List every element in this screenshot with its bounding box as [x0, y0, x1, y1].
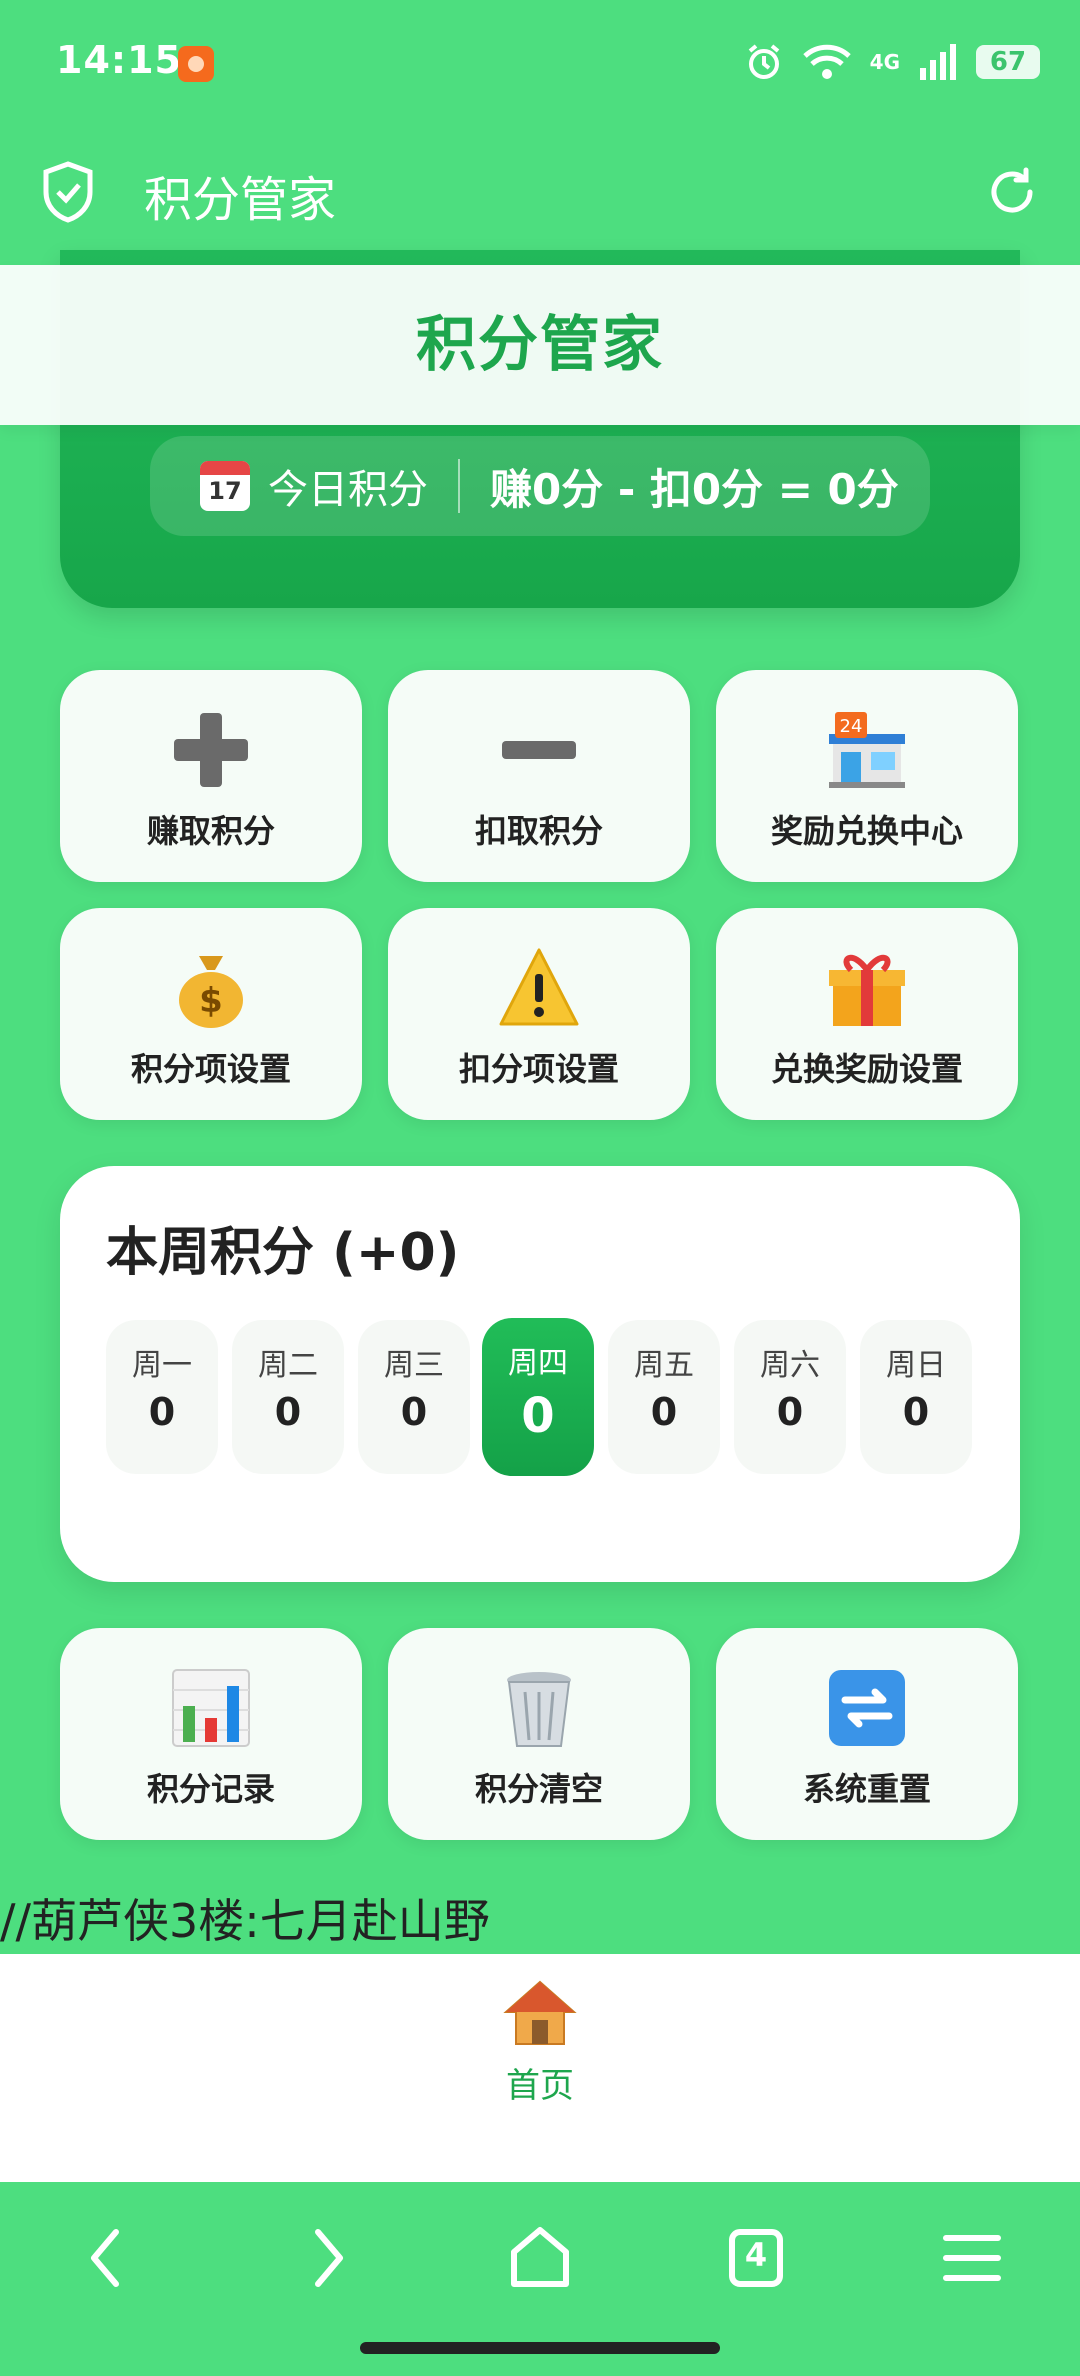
today-value: 赚0分 - 扣0分 = 0分 [490, 464, 899, 514]
footer-credit: //葫芦侠3楼:七月赴山野 [0, 1894, 490, 1948]
notification-app-icon [178, 46, 214, 82]
chart-icon [60, 1666, 362, 1750]
today-label: 今日积分 [268, 467, 428, 513]
day-cell-sat[interactable]: 周六 0 [734, 1320, 846, 1474]
status-bar: 14:15 4G 67 [0, 0, 1080, 130]
points-history-button[interactable]: 积分记录 [60, 1628, 362, 1840]
earn-points-button[interactable]: 赚取积分 [60, 670, 362, 882]
hero-title: 积分管家 [416, 310, 664, 380]
deduct-points-button[interactable]: 扣取积分 [388, 670, 690, 882]
tile-label: 系统重置 [802, 1770, 931, 1808]
day-value: 0 [148, 1390, 176, 1434]
tile-label: 扣取积分 [474, 812, 603, 850]
home-indicator[interactable] [360, 2342, 720, 2354]
trash-icon [388, 1666, 690, 1750]
nav-item-home[interactable]: 首页 [490, 1978, 590, 2107]
alarm-icon [748, 44, 779, 79]
tile-label: 积分清空 [474, 1770, 603, 1808]
clear-points-button[interactable]: 积分清空 [388, 1628, 690, 1840]
day-value: 0 [274, 1390, 302, 1434]
gift-icon [716, 946, 1018, 1030]
day-cell-mon[interactable]: 周一 0 [106, 1320, 218, 1474]
forward-icon[interactable] [286, 2218, 366, 2298]
day-cell-sun[interactable]: 周日 0 [860, 1320, 972, 1474]
day-name: 周二 [258, 1348, 318, 1383]
weekly-points-card: 本周积分 (+0) 周一 0 周二 0 周三 0 周四 0 周五 0 周六 0 … [60, 1166, 1020, 1582]
tile-label: 赚取积分 [146, 812, 275, 850]
day-value: 0 [902, 1390, 930, 1434]
day-value: 0 [776, 1390, 804, 1434]
system-reset-button[interactable]: 系统重置 [716, 1628, 1018, 1840]
day-cell-thu[interactable]: 周四 0 [482, 1318, 594, 1476]
day-name: 周三 [384, 1348, 444, 1383]
divider [458, 459, 460, 513]
wifi-icon [802, 44, 851, 79]
network-type: 4G [869, 50, 900, 74]
menu-icon[interactable] [932, 2218, 1012, 2298]
day-name: 周一 [132, 1348, 192, 1383]
today-points-summary: 今日积分 赚0分 - 扣0分 = 0分 [150, 436, 930, 536]
battery-level: 67 [989, 47, 1027, 77]
refresh-icon[interactable] [984, 164, 1040, 220]
reward-exchange-button[interactable]: 24 奖励兑换中心 [716, 670, 1018, 882]
bottom-nav: 首页 [0, 1954, 1080, 2182]
tile-label: 扣分项设置 [458, 1050, 619, 1088]
nav-home-label: 首页 [506, 2066, 574, 2106]
day-cell-wed[interactable]: 周三 0 [358, 1320, 470, 1474]
battery-indicator: 67 [976, 45, 1040, 79]
back-icon[interactable] [68, 2218, 148, 2298]
system-navigation-bar: 4 [0, 2182, 1080, 2376]
day-name: 周六 [760, 1348, 820, 1383]
status-time: 14:15 [56, 38, 182, 82]
tabs-count: 4 [744, 2236, 768, 2274]
reward-settings-button[interactable]: 兑换奖励设置 [716, 908, 1018, 1120]
day-cell-fri[interactable]: 周五 0 [608, 1320, 720, 1474]
svg-text:24: 24 [840, 716, 863, 737]
tile-label: 积分记录 [146, 1770, 275, 1808]
page-title: 积分管家 [144, 172, 337, 228]
status-icons: 4G 67 [744, 40, 1040, 84]
day-value: 0 [650, 1390, 678, 1434]
calendar-icon [200, 461, 250, 511]
svg-text:$: $ [199, 981, 223, 1021]
points-item-settings-button[interactable]: $ 积分项设置 [60, 908, 362, 1120]
reset-icon [716, 1666, 1018, 1750]
day-value: 0 [521, 1388, 555, 1444]
tile-label: 积分项设置 [130, 1050, 291, 1088]
app-header: 积分管家 [0, 130, 1080, 265]
house-icon [503, 1980, 577, 2045]
week-title: 本周积分 (+0) [106, 1223, 460, 1283]
tile-label: 奖励兑换中心 [770, 812, 963, 850]
home-icon[interactable] [500, 2218, 580, 2298]
plus-icon [60, 708, 362, 792]
shield-check-icon [43, 161, 93, 223]
day-name: 周五 [634, 1348, 694, 1383]
deduct-item-settings-button[interactable]: 扣分项设置 [388, 908, 690, 1120]
warning-icon [388, 946, 690, 1030]
signal-icon [920, 44, 956, 80]
tabs-button[interactable]: 4 [716, 2218, 796, 2298]
day-name: 周日 [886, 1348, 946, 1383]
day-cell-tue[interactable]: 周二 0 [232, 1320, 344, 1474]
day-name: 周四 [508, 1346, 568, 1381]
hero-banner: 积分管家 [0, 265, 1080, 425]
money-bag-icon: $ [60, 946, 362, 1030]
store-icon: 24 [716, 708, 1018, 792]
tile-label: 兑换奖励设置 [770, 1050, 963, 1088]
day-value: 0 [400, 1390, 428, 1434]
minus-icon [388, 708, 690, 792]
